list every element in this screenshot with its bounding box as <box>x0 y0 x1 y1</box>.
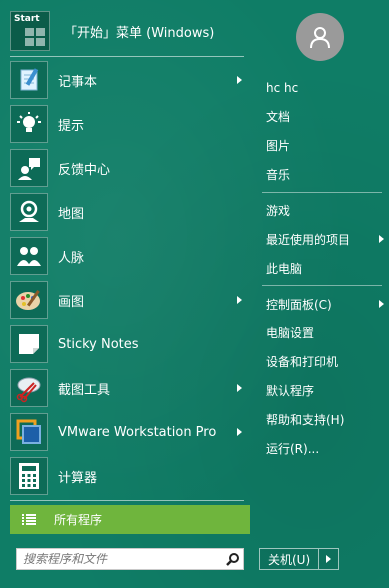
user-avatar-icon[interactable] <box>296 13 344 61</box>
people-icon <box>10 237 48 275</box>
feedback-icon <box>10 149 48 187</box>
all-programs-label: 所有程序 <box>54 513 103 527</box>
submenu-arrow-icon <box>237 428 242 436</box>
program-item-people[interactable]: 人脉 <box>10 235 250 277</box>
paint-icon <box>10 281 48 319</box>
search-input[interactable] <box>17 550 223 568</box>
program-item-notepad[interactable]: 记事本 <box>10 59 250 101</box>
default-programs-link[interactable]: 默认程序 <box>266 378 386 402</box>
recent-items-link[interactable]: 最近使用的项目 <box>266 227 386 251</box>
notepad-icon <box>10 61 48 99</box>
link-label: 设备和打印机 <box>266 354 339 369</box>
link-label: 帮助和支持(H) <box>266 412 345 427</box>
start-menu-header[interactable]: Start 「开始」菜单 (Windows) <box>10 8 250 54</box>
music-link[interactable]: 音乐 <box>266 162 386 186</box>
search-box[interactable] <box>16 548 244 570</box>
program-label: 画图 <box>58 294 85 310</box>
shutdown-options-button[interactable] <box>319 548 340 570</box>
submenu-arrow-icon <box>379 235 384 243</box>
program-item-vmware[interactable]: VMware Workstation Pro <box>10 411 250 453</box>
all-programs-button[interactable]: 所有程序 <box>10 505 250 534</box>
user-name-link[interactable]: hc hc <box>266 76 386 100</box>
link-label: 运行(R)... <box>266 441 320 456</box>
shutdown-button[interactable]: 关机(U) <box>259 548 320 570</box>
start-menu: Start 「开始」菜单 (Windows) 记事本 提示 反馈中心 地图 人脉… <box>0 0 389 588</box>
control-panel-link[interactable]: 控制面板(C) <box>266 292 386 316</box>
start-menu-title: 「开始」菜单 (Windows) <box>64 25 215 41</box>
program-label: 人脉 <box>58 250 85 266</box>
program-item-calculator[interactable]: 计算器 <box>10 455 250 497</box>
divider <box>262 192 382 193</box>
link-label: 最近使用的项目 <box>266 232 351 247</box>
start-logo-text: Start <box>14 14 40 24</box>
snipping-tool-icon <box>10 369 48 407</box>
program-label: 截图工具 <box>58 382 111 398</box>
program-label: 记事本 <box>58 74 98 90</box>
link-label: 默认程序 <box>266 383 315 398</box>
search-icon[interactable] <box>223 549 243 569</box>
link-label: 控制面板(C) <box>266 297 332 312</box>
program-label: 计算器 <box>58 470 98 486</box>
link-label: 此电脑 <box>266 261 303 276</box>
submenu-arrow-icon <box>237 296 242 304</box>
program-item-snipping-tool[interactable]: 截图工具 <box>10 367 250 409</box>
submenu-arrow-icon <box>237 76 242 84</box>
program-label: 提示 <box>58 118 85 134</box>
link-label: 图片 <box>266 138 291 153</box>
divider <box>10 56 244 57</box>
vmware-icon <box>10 413 48 451</box>
pc-settings-link[interactable]: 电脑设置 <box>266 320 386 344</box>
program-item-paint[interactable]: 画图 <box>10 279 250 321</box>
divider <box>262 285 382 286</box>
start-logo-icon: Start <box>10 11 50 51</box>
maps-icon <box>10 193 48 231</box>
submenu-arrow-icon <box>237 384 242 392</box>
this-pc-link[interactable]: 此电脑 <box>266 256 386 280</box>
places-pane: hc hc 文档 图片 音乐 游戏 最近使用的项目 此电脑 控制面板(C) 电脑… <box>256 0 389 588</box>
submenu-arrow-icon <box>379 300 384 308</box>
calculator-icon <box>10 457 48 495</box>
run-link[interactable]: 运行(R)... <box>266 436 386 460</box>
program-label: Sticky Notes <box>58 336 139 352</box>
programs-pane: Start 「开始」菜单 (Windows) 记事本 提示 反馈中心 地图 人脉… <box>0 0 256 588</box>
link-label: 音乐 <box>266 167 291 182</box>
divider <box>10 500 244 501</box>
link-label: 电脑设置 <box>266 325 315 340</box>
program-item-tips[interactable]: 提示 <box>10 103 250 145</box>
link-label: 文档 <box>266 109 291 124</box>
program-item-feedback[interactable]: 反馈中心 <box>10 147 250 189</box>
documents-link[interactable]: 文档 <box>266 104 386 128</box>
user-name: hc hc <box>266 81 299 95</box>
chevron-right-icon <box>326 555 332 563</box>
program-label: VMware Workstation Pro <box>58 424 217 440</box>
program-item-maps[interactable]: 地图 <box>10 191 250 233</box>
program-item-sticky-notes[interactable]: Sticky Notes <box>10 323 250 365</box>
link-label: 游戏 <box>266 203 291 218</box>
pictures-link[interactable]: 图片 <box>266 133 386 157</box>
help-support-link[interactable]: 帮助和支持(H) <box>266 407 386 431</box>
program-label: 地图 <box>58 206 85 222</box>
list-icon <box>22 513 36 526</box>
tips-icon <box>10 105 48 143</box>
devices-printers-link[interactable]: 设备和打印机 <box>266 349 386 373</box>
games-link[interactable]: 游戏 <box>266 198 386 222</box>
sticky-notes-icon <box>10 325 48 363</box>
power-control: 关机(U) <box>259 548 340 570</box>
program-label: 反馈中心 <box>58 162 111 178</box>
